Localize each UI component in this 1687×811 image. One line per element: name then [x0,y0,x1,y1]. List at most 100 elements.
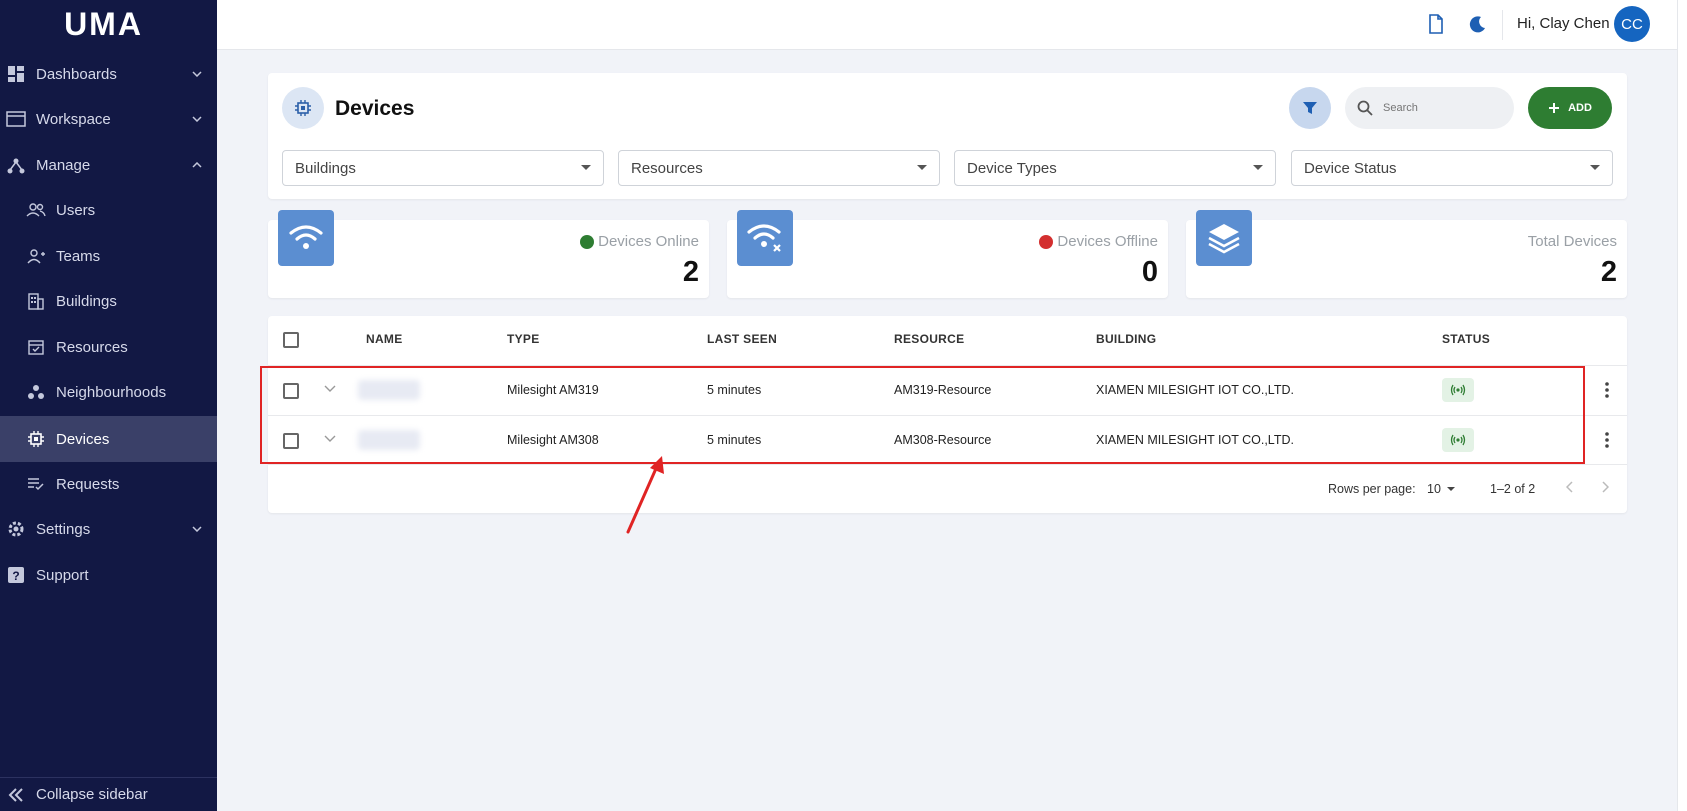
column-header-status[interactable]: STATUS [1442,332,1490,346]
column-header-last-seen[interactable]: LAST SEEN [707,332,777,346]
prev-page-icon[interactable] [1565,481,1574,496]
resources-select[interactable]: Resources [618,150,940,186]
column-header-resource[interactable]: RESOURCE [894,332,964,346]
add-button-label: ADD [1568,102,1592,114]
add-button[interactable]: ADD [1528,87,1612,129]
sidebar-item-dashboards[interactable]: Dashboards [0,52,217,96]
sidebar-item-workspace[interactable]: Workspace [0,97,217,141]
sidebar-item-buildings[interactable]: Buildings [0,279,217,323]
caret-down-icon [917,165,927,170]
sidebar-item-manage[interactable]: Manage [0,143,217,187]
sidebar-item-label: Devices [56,430,110,448]
search-icon [1357,99,1375,117]
sidebar-item-resources[interactable]: Resources [0,325,217,369]
building-icon [26,291,46,311]
collapse-sidebar-button[interactable]: Collapse sidebar [0,777,217,811]
chevron-down-icon [189,521,205,537]
chevron-down-icon [189,111,205,127]
stat-value: 2 [1600,256,1617,288]
caret-down-icon [581,165,591,170]
sidebar-item-label: Resources [56,338,128,356]
workspace-icon [6,109,26,129]
column-header-type[interactable]: TYPE [507,332,540,346]
filter-icon [1303,102,1317,114]
users-icon [26,200,46,220]
topbar-divider [1502,10,1503,40]
pagination-range: 1–2 of 2 [1490,482,1536,496]
wifi-off-icon [737,210,793,266]
page-title: Devices [335,97,415,120]
wifi-icon [278,210,334,266]
dark-mode-icon[interactable] [1467,13,1489,35]
chevron-down-icon [189,66,205,82]
sidebar-item-requests[interactable]: Requests [0,462,217,506]
user-greeting: Hi, Clay Chen [1517,15,1610,32]
next-page-icon[interactable] [1601,481,1610,496]
plus-icon [1549,103,1560,113]
sidebar: UMA Dashboards Workspace Manage Users Te… [0,0,217,811]
sidebar-item-label: Users [56,201,96,219]
sidebar-item-neighbourhoods[interactable]: Neighbourhoods [0,370,217,414]
sidebar-item-label: Buildings [56,292,117,310]
stat-label: Devices Offline [1039,233,1158,250]
teams-icon [26,246,46,266]
caret-down-icon [1590,165,1600,170]
search-input[interactable] [1383,102,1503,114]
stat-label-text: Devices Online [598,233,699,250]
online-dot-icon [580,234,595,249]
calendar-check-icon [26,337,46,357]
devices-online-card: Devices Online 2 [268,210,709,298]
collapse-sidebar-label: Collapse sidebar [36,786,148,803]
list-check-icon [26,474,46,494]
chip-icon [26,429,46,449]
column-header-name[interactable]: NAME [366,332,403,346]
sidebar-item-label: Support [36,566,89,584]
select-label: Device Types [967,159,1057,177]
caret-down-icon [1253,165,1263,170]
annotation-arrow [626,456,664,534]
rows-per-page-label: Rows per page: [1328,482,1416,496]
document-icon[interactable] [1425,13,1447,35]
select-label: Resources [631,159,703,177]
sidebar-item-label: Workspace [36,110,111,128]
sidebar-item-label: Dashboards [36,65,117,83]
chevron-up-icon [189,157,205,173]
sidebar-item-teams[interactable]: Teams [0,234,217,278]
more-vert-icon[interactable] [1597,430,1617,450]
sidebar-item-settings[interactable]: Settings [0,507,217,551]
filter-button[interactable] [1289,87,1331,129]
select-all-checkbox[interactable] [283,332,299,348]
window-edge [1677,0,1687,811]
stat-label-text: Devices Offline [1057,233,1158,250]
total-devices-card: Total Devices 2 [1186,210,1627,298]
search-field[interactable] [1345,87,1514,129]
sidebar-item-devices[interactable]: Devices [0,416,217,462]
buildings-select[interactable]: Buildings [282,150,604,186]
sidebar-item-label: Teams [56,247,101,265]
topbar: Hi, Clay Chen CC [217,0,1677,50]
help-icon: ? [6,565,26,585]
app-logo: UMA [64,5,143,42]
column-header-building[interactable]: BUILDING [1096,332,1156,346]
device-types-select[interactable]: Device Types [954,150,1276,186]
gear-icon [6,519,26,539]
sidebar-item-label: Neighbourhoods [56,383,167,401]
select-label: Device Status [1304,159,1397,177]
sidebar-item-users[interactable]: Users [0,188,217,232]
table-pagination: Rows per page: 10 1–2 of 2 [268,464,1627,512]
device-status-select[interactable]: Device Status [1291,150,1613,186]
stat-value: 2 [682,256,699,288]
caret-down-icon [1446,487,1455,491]
rows-per-page-select[interactable]: 10 [1427,482,1455,496]
stat-value: 0 [1141,256,1158,288]
sidebar-item-label: Requests [56,475,120,493]
annotation-highlight-box [260,366,1585,464]
avatar[interactable]: CC [1614,6,1650,42]
layers-icon [1196,210,1252,266]
sidebar-item-support[interactable]: ? Support [0,553,217,597]
manage-icon [6,155,26,175]
svg-text:?: ? [12,569,19,583]
stat-label: Devices Online [580,233,699,250]
more-vert-icon[interactable] [1597,380,1617,400]
chip-icon [282,87,324,129]
